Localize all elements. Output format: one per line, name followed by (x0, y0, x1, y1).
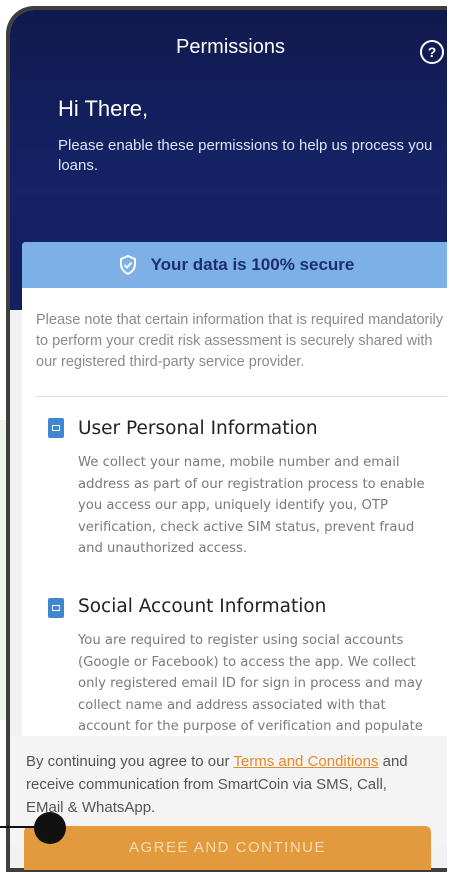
section-title-personal: User Personal Information (78, 418, 318, 439)
disclaimer-text: Please note that certain information tha… (36, 312, 444, 370)
permissions-card: Your data is 100% secure Please note tha… (22, 242, 447, 762)
id-card-icon (48, 418, 64, 438)
section-body-personal: We collect your name, mobile number and … (78, 455, 425, 556)
shield-check-icon (119, 255, 136, 275)
intro-text: Please enable these permissions to help … (58, 137, 433, 174)
consent-prefix: By continuing you agree to our (26, 753, 234, 770)
consent-text: By continuing you agree to our Terms and… (26, 750, 426, 819)
phone-screen: Permissions ? Hi There, Please enable th… (6, 6, 447, 872)
page-title: Permissions (176, 36, 285, 58)
security-banner: Your data is 100% secure (22, 242, 447, 288)
agree-continue-button[interactable]: AGREE AND CONTINUE (24, 826, 431, 870)
help-circle-icon[interactable]: ? (420, 40, 444, 64)
section-title-social: Social Account Information (78, 596, 327, 617)
id-card-icon (48, 598, 64, 618)
terms-link[interactable]: Terms and Conditions (233, 753, 378, 770)
divider (36, 396, 447, 397)
touch-pointer-dot (34, 812, 66, 844)
greeting-text: Hi There, (58, 96, 149, 121)
security-label: Your data is 100% secure (150, 255, 355, 274)
